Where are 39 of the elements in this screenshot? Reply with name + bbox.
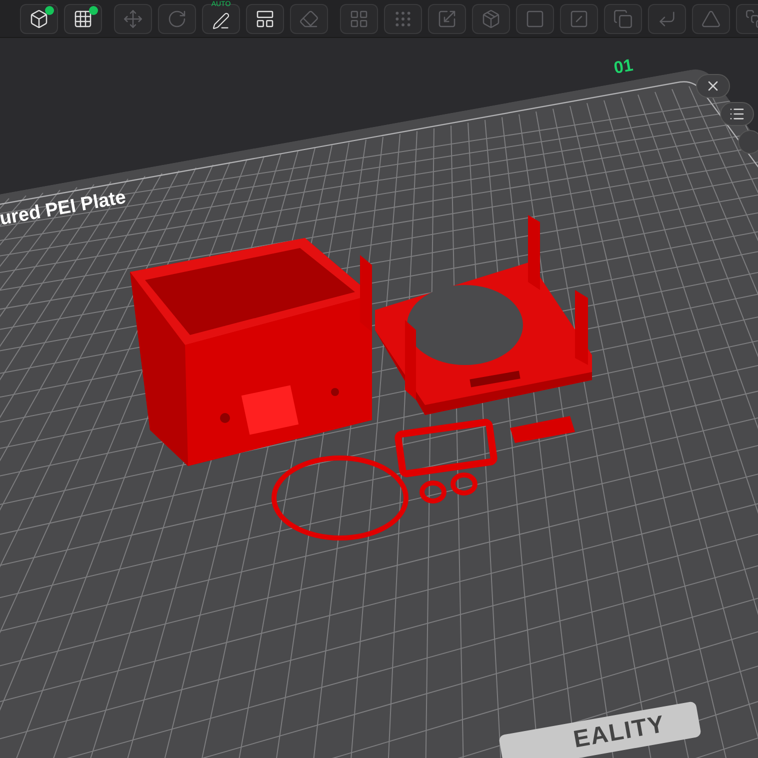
points-icon xyxy=(393,8,413,28)
support-icon xyxy=(701,8,721,28)
move-button[interactable] xyxy=(114,4,152,34)
lay-flat-icon xyxy=(299,8,319,28)
boolean-icon xyxy=(613,8,633,28)
add-model-icon xyxy=(29,8,49,28)
plate-name-label: ured PEI Plate xyxy=(0,186,128,232)
hollow-button[interactable] xyxy=(516,4,554,34)
plate-list-button[interactable] xyxy=(720,102,754,126)
measure-icon xyxy=(657,8,677,28)
small-ring-model xyxy=(420,480,446,504)
split-icon xyxy=(349,8,369,28)
package-icon xyxy=(481,8,501,28)
layout-button[interactable] xyxy=(246,4,284,34)
add-plate-button[interactable] xyxy=(64,4,102,34)
move-icon xyxy=(123,8,143,28)
package-button[interactable] xyxy=(472,4,510,34)
close-button[interactable] xyxy=(696,74,730,98)
add-model-button[interactable] xyxy=(20,4,58,34)
brand-label: EALITY xyxy=(570,710,668,756)
plate-number-label: 01 xyxy=(612,54,635,80)
cut-button[interactable] xyxy=(560,4,598,34)
lay-flat-button[interactable] xyxy=(290,4,328,34)
scale-icon xyxy=(437,8,457,28)
cut-icon xyxy=(569,8,589,28)
add-plate-icon xyxy=(73,8,93,28)
scale-button[interactable] xyxy=(428,4,466,34)
points-button[interactable] xyxy=(384,4,422,34)
measure-button[interactable] xyxy=(648,4,686,34)
hollow-icon xyxy=(525,8,545,28)
layout-icon xyxy=(255,8,275,28)
list-icon xyxy=(729,106,745,122)
rotate-icon xyxy=(167,8,187,28)
split-button[interactable] xyxy=(340,4,378,34)
small-part-model xyxy=(510,416,575,443)
boolean-button[interactable] xyxy=(604,4,642,34)
small-ring-model xyxy=(450,472,478,496)
support-button[interactable] xyxy=(692,4,730,34)
rotate-button[interactable] xyxy=(158,4,196,34)
